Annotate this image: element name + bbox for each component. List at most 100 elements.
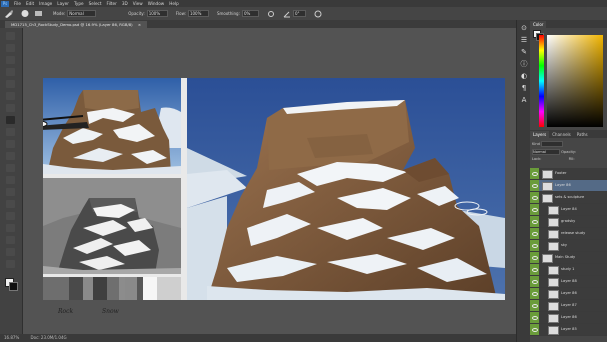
tab-layers[interactable]: Layers [530,131,550,138]
close-tab-icon[interactable]: × [138,22,141,27]
layer-thumbnail [548,302,559,311]
smoothing-input[interactable]: 0% [241,10,259,17]
kind-filter-label[interactable]: Kind [532,142,540,146]
eraser-tool[interactable] [6,152,15,160]
blend-mode-select[interactable]: Normal [532,149,560,155]
tab-paths[interactable]: Paths [574,131,591,138]
paragraph-icon[interactable]: ¶ [520,84,528,92]
blur-tool[interactable] [6,176,15,184]
info-icon[interactable]: ⓘ [520,60,528,68]
pressure-size-button[interactable] [314,10,322,18]
marquee-tool[interactable] [6,44,15,52]
smoothing-options-button[interactable] [267,10,275,18]
character-icon[interactable]: A [520,96,528,104]
layer-row[interactable]: sets & sculpture [530,192,607,204]
visibility-eye-icon[interactable] [530,192,539,203]
layer-thumbnail [548,266,559,275]
layer-filter-select[interactable] [541,141,564,147]
healing-tool[interactable] [6,104,15,112]
visibility-eye-icon[interactable] [530,264,539,275]
menu-file[interactable]: File [14,1,21,6]
eyedropper-tool[interactable] [6,92,15,100]
opacity-input[interactable]: 100% [146,10,168,17]
quick-select-tool[interactable] [6,68,15,76]
layer-row[interactable]: Layer 85 [530,324,607,336]
document-tab[interactable]: MD1715_Ch3_RockStudy_Demo.psd @ 16.9% (L… [5,21,148,28]
status-zoom[interactable]: 16.87% [4,335,19,340]
brush-settings-icon[interactable]: ✎ [520,48,528,56]
lasso-tool[interactable] [6,56,15,64]
menu-3d[interactable]: 3D [122,1,128,6]
layer-opacity-label: Opacity: [561,150,576,154]
layer-row[interactable]: Layer 86 [530,312,607,324]
angle-input[interactable]: 0° [292,10,306,17]
visibility-eye-icon[interactable] [530,312,539,323]
pen-tool[interactable] [6,200,15,208]
tab-channels[interactable]: Channels [549,131,574,138]
visibility-eye-icon[interactable] [530,180,539,191]
brush-tool-preset[interactable] [4,9,14,18]
history-icon[interactable]: ⊙ [520,24,528,32]
dodge-tool[interactable] [6,188,15,196]
brush-size-picker[interactable] [20,9,30,18]
hue-slider[interactable] [539,35,544,127]
path-select-tool[interactable] [6,224,15,232]
shape-tool[interactable] [6,236,15,244]
visibility-eye-icon[interactable] [530,240,539,251]
menu-window[interactable]: Window [148,1,165,6]
layer-row[interactable]: Layer 87 [530,300,607,312]
layer-row[interactable]: release study [530,228,607,240]
history-brush-tool[interactable] [6,140,15,148]
type-tool[interactable] [6,212,15,220]
gradient-tool[interactable] [6,164,15,172]
menu-help[interactable]: Help [169,1,179,6]
mode-select[interactable]: Normal [67,10,97,17]
background-color-swatch[interactable] [9,282,18,291]
tab-color[interactable]: Color [530,21,547,28]
menu-image[interactable]: Image [39,1,52,6]
visibility-eye-icon[interactable] [530,216,539,227]
layer-name: sky [561,243,567,247]
layer-row[interactable]: Layer 84 [530,204,607,216]
visibility-eye-icon[interactable] [530,288,539,299]
zoom-tool[interactable] [6,260,15,268]
crop-tool[interactable] [6,80,15,88]
visibility-eye-icon[interactable] [530,204,539,215]
app-logo[interactable]: Ps [1,0,9,7]
visibility-eye-icon[interactable] [530,276,539,287]
smoothing-group: Smoothing: 0% [217,10,259,17]
visibility-eye-icon[interactable] [530,228,539,239]
visibility-eye-icon[interactable] [530,168,539,179]
layer-row[interactable]: study 1 [530,264,607,276]
menu-select[interactable]: Select [89,1,102,6]
visibility-eye-icon[interactable] [530,324,539,335]
menu-view[interactable]: View [133,1,143,6]
adjustments-icon[interactable]: ◐ [520,72,528,80]
clone-stamp-tool[interactable] [6,128,15,136]
layer-row[interactable]: Footer [530,168,607,180]
menu-filter[interactable]: Filter [106,1,116,6]
color-picker-field[interactable] [547,35,603,127]
flow-input[interactable]: 100% [187,10,209,17]
layer-row[interactable]: Layer 86 [530,288,607,300]
brush-tool[interactable] [6,116,15,124]
menu-edit[interactable]: Edit [26,1,34,6]
brush-panel-toggle[interactable] [34,9,43,18]
layer-row[interactable]: Layer 88 [530,276,607,288]
hand-tool[interactable] [6,248,15,256]
menu-layer[interactable]: Layer [57,1,69,6]
layers-list: Footer Layer 86 sets & sculpture Layer 84 gr… [530,168,607,342]
menu-type[interactable]: Type [74,1,84,6]
layer-row[interactable]: Layer 86 [530,180,607,192]
layer-row[interactable]: Main Study [530,252,607,264]
visibility-eye-icon[interactable] [530,300,539,311]
layer-name: Layer 88 [561,279,577,283]
layer-row[interactable]: gradsky [530,216,607,228]
layer-name: Footer [555,171,567,175]
move-tool[interactable] [6,32,15,40]
visibility-eye-icon[interactable] [530,252,539,263]
properties-icon[interactable]: ☰ [520,36,528,44]
lock-row: Lock: Fill: [532,157,605,162]
layer-row[interactable]: sky [530,240,607,252]
status-doc-size[interactable]: Doc: 23.0M/1.04G [31,335,67,340]
